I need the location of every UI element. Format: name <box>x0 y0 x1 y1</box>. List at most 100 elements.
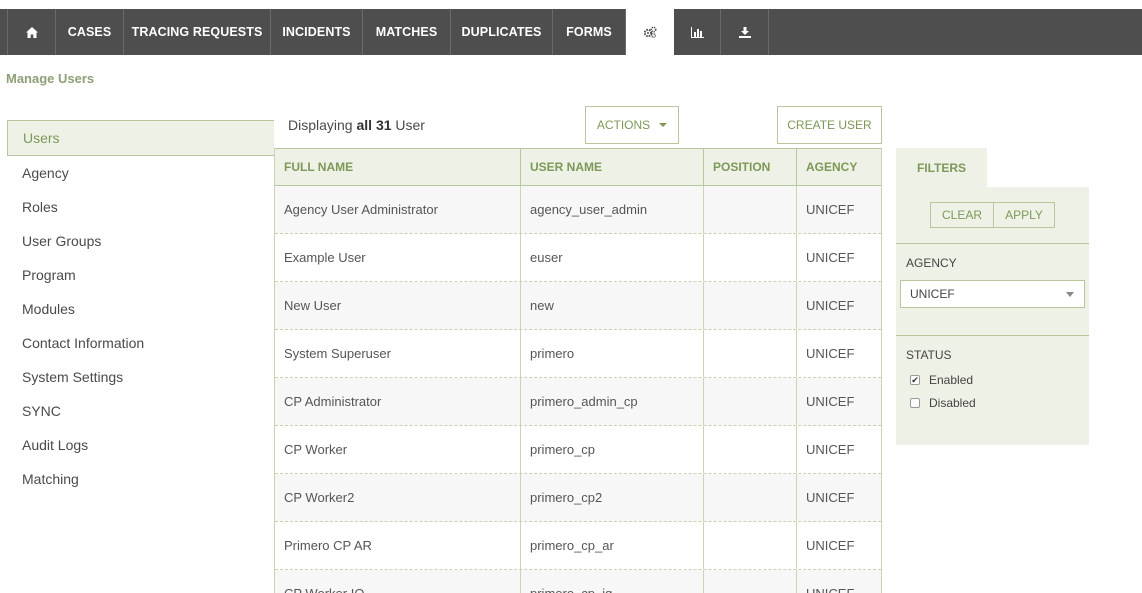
nav-tab-tracing-requests[interactable]: TRACING REQUESTS <box>124 9 271 55</box>
checkbox-unchecked-icon[interactable] <box>910 398 920 408</box>
create-user-button[interactable]: CREATE USER <box>777 106 882 144</box>
agency-filter-label: AGENCY <box>906 256 957 270</box>
users-table: FULL NAME USER NAME POSITION AGENCY Agen… <box>274 148 882 593</box>
nav-tabs: CASES TRACING REQUESTS INCIDENTS MATCHES… <box>8 9 769 55</box>
cell-full-name: New User <box>275 282 521 329</box>
cell-agency: UNICEF <box>806 394 855 409</box>
cell-user-name: euser <box>521 234 704 281</box>
sidebar-item-matching[interactable]: Matching <box>7 462 274 496</box>
table-row[interactable]: CP Worker IQprimero_cp_iq UNICEF <box>275 570 881 593</box>
cell-full-name: Primero CP AR <box>275 522 521 569</box>
download-icon <box>738 26 751 38</box>
sidebar-item-modules[interactable]: Modules <box>7 292 274 326</box>
table-header: FULL NAME USER NAME POSITION AGENCY <box>275 148 881 186</box>
settings-icon <box>643 26 657 38</box>
filters-tab[interactable]: FILTERS <box>896 148 987 187</box>
nav-tab-export[interactable] <box>721 9 769 55</box>
cell-user-name: primero_cp <box>521 426 704 473</box>
cell-full-name: System Superuser <box>275 330 521 377</box>
sidebar-item-users[interactable]: Users <box>7 120 274 156</box>
nav-tab-cases[interactable]: CASES <box>56 9 124 55</box>
cell-position <box>704 474 797 521</box>
table-row[interactable]: Primero CP AR primero_cp_ar UNICEF <box>275 522 881 570</box>
sidebar-item-sync[interactable]: SYNC <box>7 394 274 428</box>
nav-left-edge <box>0 9 8 55</box>
cell-user-name: primero_cp2 <box>521 474 704 521</box>
table-row[interactable]: Agency User Administrator agency_user_adm… <box>275 186 881 234</box>
filter-divider <box>896 243 1089 244</box>
sidebar-item-roles[interactable]: Roles <box>7 190 274 224</box>
admin-sidebar: Users Agency Roles User Groups Program M… <box>7 120 274 496</box>
page-title: Manage Users <box>6 71 95 86</box>
table-row[interactable]: System Superuser primero UNICEF <box>275 330 881 378</box>
status-disabled-checkbox[interactable]: Disabled <box>910 396 976 410</box>
cell-position <box>704 426 797 473</box>
sidebar-item-agency[interactable]: Agency <box>7 156 274 190</box>
cell-full-name: CP Worker <box>275 426 521 473</box>
record-count: Displaying all 31 User <box>288 117 425 133</box>
sidebar-item-audit-logs[interactable]: Audit Logs <box>7 428 274 462</box>
column-header-user-name[interactable]: USER NAME <box>521 149 704 185</box>
sidebar-item-user-groups[interactable]: User Groups <box>7 224 274 258</box>
cell-full-name: CP Worker IQ <box>275 570 521 593</box>
nav-tab-incidents[interactable]: INCIDENTS <box>271 9 363 55</box>
nav-tab-forms[interactable]: FORMS <box>553 9 626 55</box>
nav-tab-settings[interactable] <box>626 9 674 55</box>
apply-filters-button[interactable]: APPLY <box>994 202 1055 228</box>
sidebar-item-system-settings[interactable]: System Settings <box>7 360 274 394</box>
cell-agency: UNICEF <box>806 202 855 217</box>
nav-tab-duplicates[interactable]: DUPLICATES <box>451 9 553 55</box>
cell-user-name: primero_cp_iq <box>521 570 704 593</box>
agency-select[interactable]: UNICEF <box>900 280 1085 308</box>
filter-divider <box>896 335 1089 336</box>
cell-user-name: primero_cp_ar <box>521 522 704 569</box>
status-enabled-label: Enabled <box>929 373 974 387</box>
column-header-full-name[interactable]: FULL NAME <box>275 149 521 185</box>
status-filter-label: STATUS <box>906 348 952 362</box>
select-arrow-icon <box>1066 292 1074 297</box>
cell-agency: UNICEF <box>806 298 855 313</box>
column-header-position[interactable]: POSITION <box>704 149 797 185</box>
status-enabled-checkbox[interactable]: ✔ Enabled <box>910 373 973 387</box>
cell-full-name: CP Administrator <box>275 378 521 425</box>
table-row[interactable]: CP Administrator primero_admin_cp UNICEF <box>275 378 881 426</box>
cell-position <box>704 186 797 233</box>
cell-position <box>704 522 797 569</box>
record-count-suffix: User <box>391 117 425 133</box>
cell-agency: UNICEF <box>806 250 855 265</box>
status-disabled-label: Disabled <box>929 396 976 410</box>
home-icon <box>25 26 38 38</box>
cell-agency: UNICEF <box>806 442 855 457</box>
actions-dropdown-button[interactable]: ACTIONS <box>585 106 679 144</box>
agency-select-value: UNICEF <box>910 287 955 301</box>
actions-label: ACTIONS <box>596 118 651 132</box>
top-navigation-bar: CASES TRACING REQUESTS INCIDENTS MATCHES… <box>0 9 1142 55</box>
cell-user-name: primero <box>521 330 704 377</box>
filter-buttons: CLEAR APPLY <box>930 202 1055 228</box>
cell-agency: UNICEF <box>806 538 855 553</box>
nav-tab-matches[interactable]: MATCHES <box>363 9 451 55</box>
table-row[interactable]: New User new UNICEF <box>275 282 881 330</box>
table-row[interactable]: CP Worker primero_cp UNICEF <box>275 426 881 474</box>
cell-full-name: Example User <box>275 234 521 281</box>
column-header-agency[interactable]: AGENCY <box>797 149 881 185</box>
cell-position <box>704 330 797 377</box>
cell-user-name: primero_admin_cp <box>521 378 704 425</box>
cell-agency: UNICEF <box>806 346 855 361</box>
cell-full-name: CP Worker2 <box>275 474 521 521</box>
cell-agency: UNICEF <box>797 570 881 593</box>
cell-user-name: agency_user_admin <box>521 186 704 233</box>
checkbox-checked-icon[interactable]: ✔ <box>910 375 920 385</box>
sidebar-item-contact-information[interactable]: Contact Information <box>7 326 274 360</box>
clear-filters-button[interactable]: CLEAR <box>930 202 994 228</box>
caret-down-icon <box>659 123 668 127</box>
sidebar-item-program[interactable]: Program <box>7 258 274 292</box>
table-row[interactable]: CP Worker2 primero_cp2 UNICEF <box>275 474 881 522</box>
cell-position <box>704 282 797 329</box>
cell-position <box>704 234 797 281</box>
nav-tab-reports[interactable] <box>674 9 721 55</box>
table-row[interactable]: Example User euser UNICEF <box>275 234 881 282</box>
bar-chart-icon <box>690 26 704 38</box>
record-count-value: all 31 <box>356 117 392 133</box>
nav-tab-home[interactable] <box>8 9 56 55</box>
